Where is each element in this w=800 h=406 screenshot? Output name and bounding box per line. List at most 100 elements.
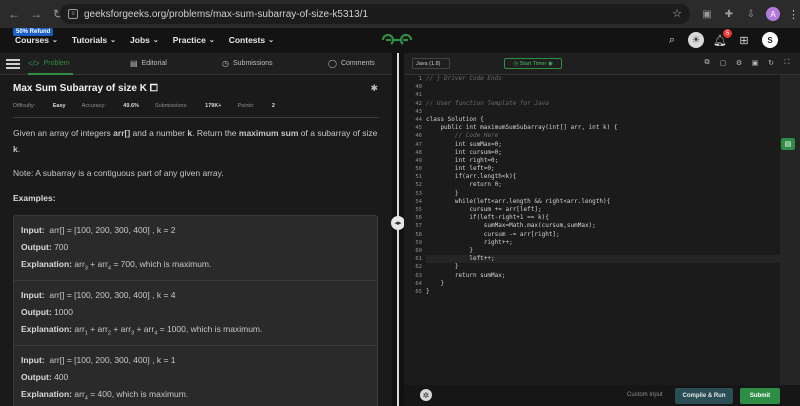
bookmark-icon[interactable]: ⧠	[147, 83, 158, 94]
line-number: 58	[415, 231, 422, 238]
code-line[interactable]: public int maximumSumSubarray(int[] arr,…	[426, 124, 780, 132]
back-icon[interactable]: ←	[6, 6, 22, 22]
browser-menu-icon[interactable]: ⋮	[788, 8, 799, 21]
code-line[interactable]: int right=0;	[426, 157, 780, 165]
code-line[interactable]: if(left-right+1 == k){	[426, 214, 780, 222]
forward-icon[interactable]: →	[28, 6, 44, 22]
line-number: 45	[415, 125, 422, 132]
problem-pane[interactable]: Max Sum Subarray of size K ⧠ ✱ Difficult…	[0, 75, 392, 406]
code-line[interactable]: right++;	[426, 239, 780, 247]
fullscreen-icon[interactable]: ⛶	[782, 58, 792, 68]
code-line[interactable]: int cursum=0;	[426, 149, 780, 157]
site-info-icon[interactable]: ≡	[68, 9, 78, 19]
tab-problem[interactable]: </> Problem	[28, 59, 70, 68]
menu-icon[interactable]	[6, 58, 20, 69]
clock-icon: ◷	[222, 59, 229, 68]
code-line[interactable]: }	[426, 280, 780, 288]
chat-icon[interactable]: ▤	[781, 138, 795, 150]
code-line[interactable]	[426, 83, 780, 91]
nav-contests[interactable]: Contests ⌄	[229, 35, 274, 45]
code-line[interactable]: while(left<arr.length && right<arr.lengt…	[426, 198, 780, 206]
puzzle-icon[interactable]: ✚	[722, 7, 736, 21]
gear-icon[interactable]: ✲	[420, 389, 432, 401]
site-header: 50% Refund Courses ⌄ Tutorials ⌄ Jobs ⌄ Pra…	[0, 28, 800, 53]
code-line[interactable]: }	[426, 263, 780, 271]
line-number: 59	[415, 239, 422, 246]
bug-report-icon[interactable]: ✱	[370, 83, 378, 94]
file-icon[interactable]: ▢	[718, 58, 728, 68]
example-box-3: Input: arr[] = [100, 200, 300, 400] , k …	[13, 345, 378, 406]
code-line[interactable]: class Solution {	[426, 116, 780, 124]
settings-icon[interactable]: ⚙	[734, 58, 744, 68]
line-number: 53	[415, 190, 422, 197]
code-line[interactable]: // User function Template for Java	[426, 100, 780, 108]
resize-handle-icon[interactable]: ◂▸	[391, 216, 405, 230]
profile-avatar[interactable]: A	[766, 7, 780, 21]
example-input: Input: arr[] = [100, 200, 300, 400] , k …	[21, 225, 176, 235]
line-number: 49	[415, 157, 422, 164]
line-number: 1	[418, 76, 422, 82]
tab-editorial[interactable]: ▤ Editorial	[130, 59, 167, 68]
chevron-down-icon: ⌄	[110, 37, 117, 44]
search-icon[interactable]: ⌕	[664, 32, 680, 48]
code-line[interactable]: cursum += arr[left];	[426, 206, 780, 214]
editor-scrollbar[interactable]	[780, 75, 800, 385]
address-bar[interactable]: ≡ geeksforgeeks.org/problems/max-sum-sub…	[60, 4, 690, 24]
download-icon[interactable]: ⇩	[744, 7, 758, 21]
example-explanation: Explanation: arr1 + arr2 + arr3 + arr4 =…	[21, 324, 263, 337]
compile-run-button[interactable]: Compile & Run	[675, 388, 733, 404]
example-explanation: Explanation: arr3 + arr4 = 700, which is…	[21, 259, 212, 272]
reset-icon[interactable]: ↻	[766, 58, 776, 68]
chevron-down-icon: ⌄	[52, 37, 58, 44]
code-line[interactable]: }	[426, 288, 780, 296]
line-number: 63	[415, 272, 422, 279]
code-line[interactable]	[426, 108, 780, 116]
problem-tabs: </> Problem ▤ Editorial ◷ Submissions ◯ Comm…	[0, 53, 396, 75]
code-line[interactable]: int sumMax=0;	[426, 141, 780, 149]
code-line[interactable]	[426, 91, 780, 99]
gfg-logo[interactable]	[380, 32, 414, 48]
code-line[interactable]: if(arr.length<k){	[426, 173, 780, 181]
problem-description: Given an array of integers arr[] and a n…	[13, 128, 378, 154]
main-nav: Courses ⌄ Tutorials ⌄ Jobs ⌄ Practice ⌄ Cont…	[15, 35, 288, 45]
code-line[interactable]: }	[426, 190, 780, 198]
translate-icon[interactable]: ⊞	[736, 32, 752, 48]
submissions-value: 179K+	[205, 103, 222, 109]
font-icon[interactable]: ▣	[750, 58, 760, 68]
copy-icon[interactable]: ⧉	[702, 58, 712, 68]
code-line[interactable]: cursum -= arr[right];	[426, 231, 780, 239]
language-select[interactable]: Java (1.8)	[412, 58, 450, 69]
start-timer-button[interactable]: ◷ Start Timer ◉	[504, 58, 562, 69]
line-number: 51	[415, 174, 422, 181]
chevron-down-icon: ⌄	[268, 37, 274, 44]
chevron-down-icon: ⌄	[208, 37, 215, 44]
code-line[interactable]: }	[426, 247, 780, 255]
code-line[interactable]: left++;	[426, 255, 780, 264]
submit-button[interactable]: Submit	[740, 388, 780, 404]
user-avatar[interactable]: S	[762, 32, 778, 48]
custom-input-toggle[interactable]: Custom Input	[627, 392, 663, 398]
code-editor[interactable]: 1 40 41 42 43 44 45 46 47 48 49 50 51 52 53 54 55 56 57 58 5…	[404, 75, 780, 385]
code-area[interactable]: // } Driver Code Ends // User function Te…	[426, 75, 780, 296]
bookmark-star-icon[interactable]: ☆	[672, 7, 682, 20]
nav-jobs[interactable]: Jobs ⌄	[130, 35, 159, 45]
code-line[interactable]: return sumMax;	[426, 272, 780, 280]
extension-icon[interactable]: ▣	[700, 7, 714, 21]
line-number: 54	[415, 198, 422, 205]
nav-tutorials[interactable]: Tutorials ⌄	[72, 35, 116, 45]
example-output: Output: 1000	[21, 307, 73, 317]
line-number: 47	[415, 141, 422, 148]
nav-practice[interactable]: Practice ⌄	[173, 35, 215, 45]
code-line[interactable]: int left=0;	[426, 165, 780, 173]
nav-courses[interactable]: Courses ⌄	[15, 35, 58, 45]
theme-toggle-icon[interactable]: ☀	[688, 32, 704, 48]
notification-count-badge: 5	[723, 29, 732, 38]
code-line[interactable]: sumMax=Math.max(cursum,sumMax);	[426, 222, 780, 230]
code-line[interactable]: return 0;	[426, 181, 780, 189]
code-line[interactable]: // Code Here	[426, 132, 780, 140]
notification-bell-icon[interactable]: 🔔︎ 5	[712, 29, 732, 48]
code-line[interactable]: // } Driver Code Ends	[426, 75, 780, 83]
url-text: geeksforgeeks.org/problems/max-sum-subar…	[84, 8, 369, 20]
tab-submissions[interactable]: ◷ Submissions	[222, 59, 273, 68]
tab-comments[interactable]: ◯ Comments	[328, 59, 375, 68]
